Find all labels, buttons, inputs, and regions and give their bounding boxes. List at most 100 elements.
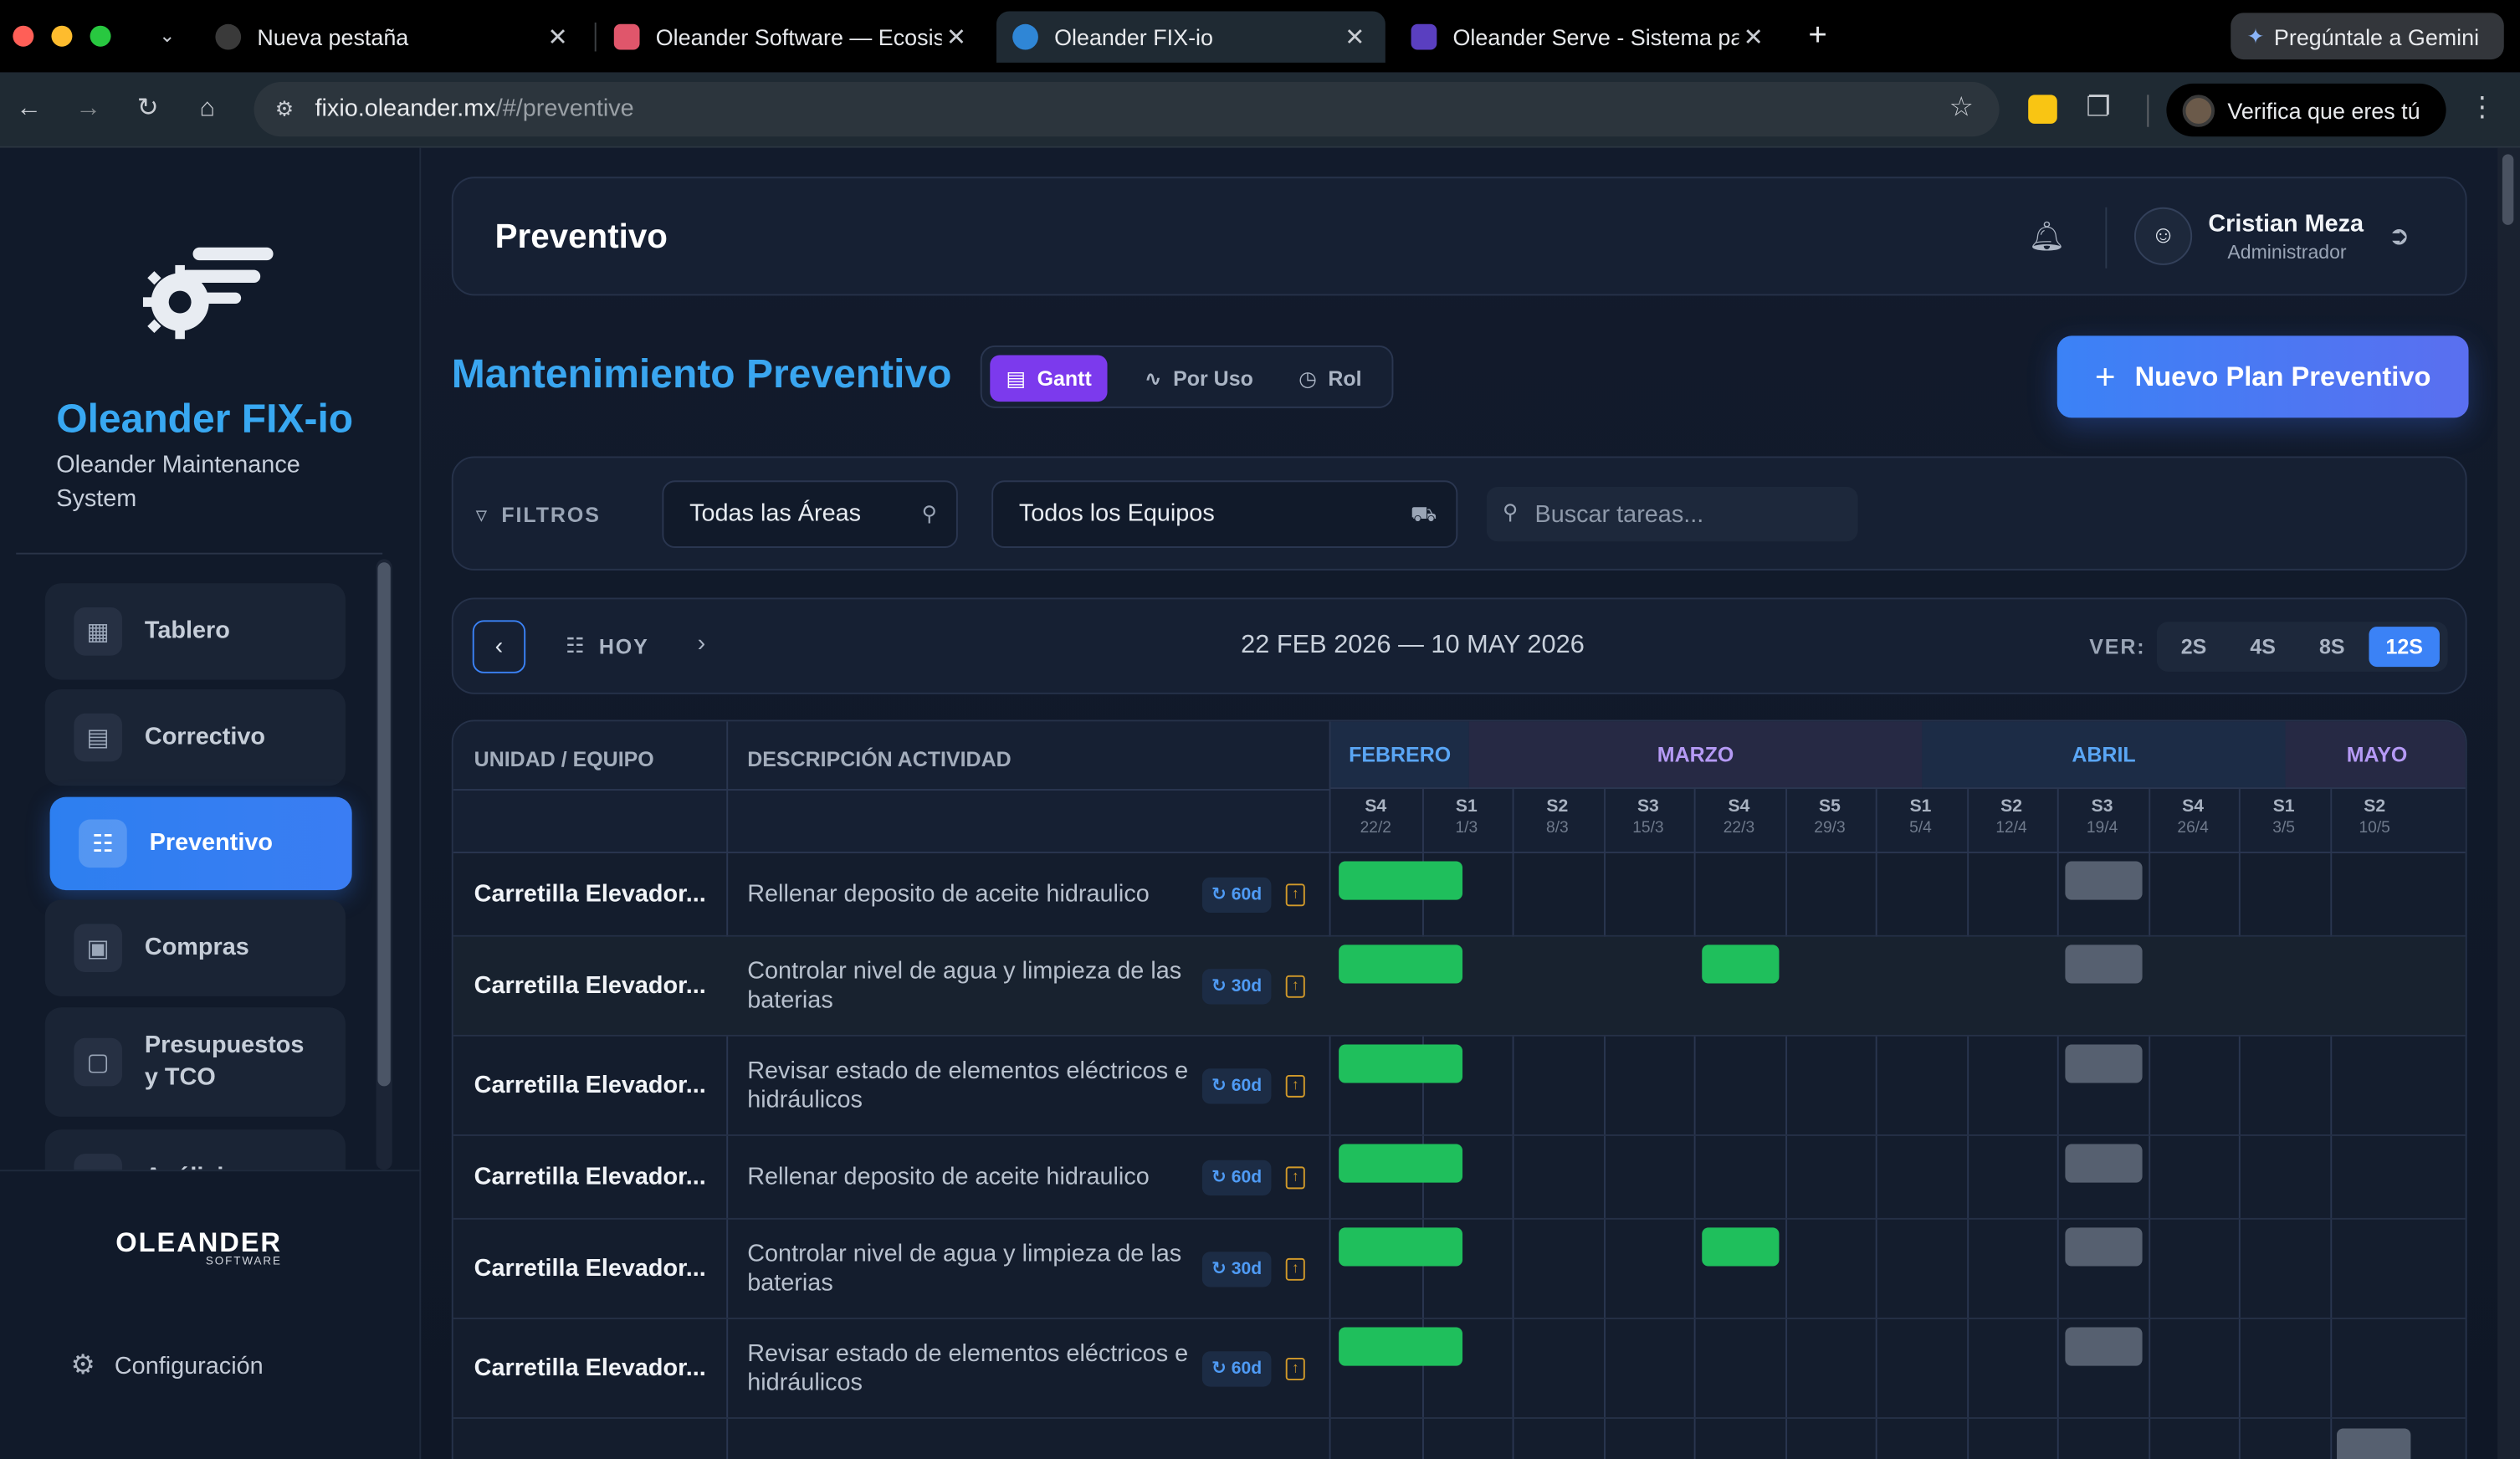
upload-document-icon[interactable]: ↑ — [1285, 975, 1305, 998]
close-icon[interactable]: ✕ — [942, 23, 971, 52]
tab-gantt[interactable]: ▤ Gantt — [990, 355, 1108, 402]
tab-title: Nueva pestaña — [257, 23, 409, 50]
table-row[interactable]: Carretilla Elevador... Rellenar deposito … — [453, 853, 2466, 937]
table-row[interactable]: Carretilla Elevador... Rellenar deposito … — [453, 1136, 2466, 1220]
url-text[interactable]: fixio.oleander.mx/#/preventive — [315, 95, 634, 122]
upload-document-icon[interactable]: ↑ — [1285, 883, 1305, 907]
forward-icon[interactable]: → — [71, 91, 106, 126]
table-row[interactable]: Carretilla Elevador... Controlar nivel de… — [453, 936, 2466, 1037]
zoom-option-selected[interactable]: 12S — [2369, 627, 2440, 668]
date-range: 22 FEB 2026 — 10 MAY 2026 — [1241, 631, 1585, 659]
sidebar-item-preventivo[interactable]: ☷ Preventivo — [49, 796, 352, 891]
table-row[interactable]: Carretilla Elevador... Revisar estado de … — [453, 1037, 2466, 1136]
filters-label: ▿ FILTROS — [475, 501, 601, 527]
zoom-selector: 2S 4S 8S 12S — [2156, 622, 2448, 672]
upload-document-icon[interactable]: ↑ — [1285, 1166, 1305, 1190]
frequency-badge: ↻ 30d — [1201, 1252, 1272, 1288]
minimize-window-button[interactable] — [51, 25, 73, 47]
zoom-option[interactable]: 8S — [2297, 627, 2368, 667]
wallet-icon: ▢ — [74, 1037, 122, 1087]
browser-menu-icon[interactable]: ⋮ — [2469, 91, 2497, 123]
back-icon[interactable]: ← — [11, 91, 46, 126]
home-icon[interactable]: ⌂ — [190, 91, 225, 126]
upload-document-icon[interactable]: ↑ — [1285, 1257, 1305, 1281]
shopping-bag-icon: ▣ — [74, 924, 122, 973]
gantt-bar-completed[interactable] — [1702, 945, 1780, 984]
sidebar-item-compras[interactable]: ▣ Compras — [44, 899, 346, 996]
gantt-bar-planned[interactable] — [2065, 1227, 2143, 1267]
avatar — [2182, 94, 2215, 126]
gantt-bar-completed[interactable] — [1339, 1327, 1463, 1366]
equipment-select[interactable]: Todos los Equipos ⛟ — [991, 480, 1458, 548]
tab-rol[interactable]: ◷ Rol — [1283, 355, 1378, 402]
address-bar[interactable]: ⚙ fixio.oleander.mx/#/preventive ☆ — [254, 81, 2000, 137]
close-icon[interactable]: ✕ — [543, 23, 572, 52]
gantt-bar-completed[interactable] — [1339, 1144, 1463, 1183]
user-role: Administrador — [2227, 241, 2347, 264]
new-tab-icon[interactable]: + — [1800, 18, 1835, 53]
new-plan-button[interactable]: + Nuevo Plan Preventivo — [2056, 335, 2469, 418]
close-window-button[interactable] — [13, 25, 34, 47]
upload-document-icon[interactable]: ↑ — [1285, 1074, 1305, 1098]
gantt-bar-planned[interactable] — [2065, 861, 2143, 900]
close-icon[interactable]: ✕ — [1739, 23, 1768, 52]
gantt-bar-completed[interactable] — [1339, 945, 1463, 984]
extensions-puzzle-icon[interactable]: ❐ — [2086, 91, 2110, 123]
tab-search-icon[interactable]: ⌄ — [151, 19, 183, 51]
sidebar-item-analisis[interactable]: □ Análisis — [44, 1129, 346, 1170]
settings-link[interactable]: ⚙ Configuración — [71, 1349, 264, 1381]
site-settings-icon[interactable]: ⚙ — [270, 95, 300, 124]
sidebar-item-correctivo[interactable]: ▤ Correctivo — [44, 689, 346, 786]
gantt-bar-planned[interactable] — [2336, 1428, 2410, 1459]
gantt-bar-completed[interactable] — [1339, 1044, 1463, 1083]
month-header: FEBRERO — [1330, 721, 1469, 790]
sidebar-item-presupuestos[interactable]: ▢ Presupuestos y TCO — [44, 1007, 346, 1117]
gantt-bar-completed[interactable] — [1339, 861, 1463, 900]
tab-title: Oleander FIX-io — [1054, 23, 1213, 50]
search-input[interactable] — [1534, 486, 1849, 542]
date-navigation: ‹ ☷ HOY › 22 FEB 2026 — 10 MAY 2026 VER:… — [451, 597, 2467, 694]
document-icon: ▤ — [74, 713, 122, 762]
search-field[interactable]: ⚲ — [1486, 486, 1858, 542]
table-row[interactable]: Carretilla Elevador... Controlar nivel de… — [453, 1220, 2466, 1319]
gantt-bar-completed[interactable] — [1339, 1227, 1463, 1267]
browser-tab[interactable]: Nueva pestaña ✕ — [199, 11, 588, 62]
gemini-button[interactable]: ✦ Pregúntale a Gemini — [2231, 13, 2504, 60]
close-icon[interactable]: ✕ — [1340, 23, 1370, 52]
area-select[interactable]: Todas las Áreas ⚲ — [662, 480, 958, 548]
reload-icon[interactable]: ↻ — [131, 91, 166, 126]
sidebar-item-tablero[interactable]: ▦ Tablero — [44, 583, 346, 680]
table-row[interactable]: Carretilla Elevador... Revisar estado de … — [453, 1319, 2466, 1419]
extension-icon[interactable] — [2028, 95, 2057, 124]
page-scrollbar[interactable] — [2497, 147, 2520, 1459]
zoom-option[interactable]: 4S — [2227, 627, 2298, 667]
zoom-option[interactable]: 2S — [2159, 627, 2230, 667]
sidebar-scrollbar[interactable] — [376, 559, 392, 1170]
unit-name: Carretilla Elevador... — [474, 880, 706, 909]
logout-icon[interactable]: ➲ — [2388, 220, 2410, 252]
gantt-bar-planned[interactable] — [2065, 945, 2143, 984]
gantt-bar-completed[interactable] — [1702, 1227, 1780, 1267]
browser-tab[interactable]: Oleander Serve - Sistema para ✕ — [1395, 11, 1784, 62]
profile-verify-button[interactable]: Verifica que eres tú — [2166, 83, 2446, 137]
bookmark-star-icon[interactable]: ☆ — [1949, 91, 1974, 123]
gemini-label: Pregúntale a Gemini — [2273, 23, 2480, 49]
bell-icon[interactable]: 🔔︎ — [2028, 220, 2065, 253]
gantt-chart-icon: ▤ — [1006, 365, 1027, 390]
user-name: Cristian Meza — [2208, 210, 2364, 238]
app-root: Oleander FIX-io Oleander Maintenance Sys… — [0, 147, 2520, 1459]
browser-tab-active[interactable]: Oleander FIX-io ✕ — [996, 11, 1385, 63]
plus-icon: + — [2094, 356, 2116, 397]
activity-description: Rellenar deposito de aceite hidraulico — [747, 880, 1150, 909]
browser-tabstrip: ⌄ Nueva pestaña ✕ Oleander Software — Ec… — [0, 0, 2520, 73]
filter-icon: ▿ — [475, 501, 489, 527]
user-icon[interactable]: ☺ — [2133, 207, 2193, 265]
gantt-bar-planned[interactable] — [2065, 1044, 2143, 1083]
upload-document-icon[interactable]: ↑ — [1285, 1357, 1305, 1380]
filters-bar: ▿ FILTROS Todas las Áreas ⚲ Todos los Eq… — [451, 456, 2467, 571]
maximize-window-button[interactable] — [90, 25, 111, 47]
browser-tab[interactable]: Oleander Software — Ecosistema ✕ — [598, 11, 987, 62]
tab-por-uso[interactable]: ∿ Por Uso — [1128, 355, 1269, 402]
gantt-bar-planned[interactable] — [2065, 1327, 2143, 1366]
gantt-bar-planned[interactable] — [2065, 1144, 2143, 1183]
